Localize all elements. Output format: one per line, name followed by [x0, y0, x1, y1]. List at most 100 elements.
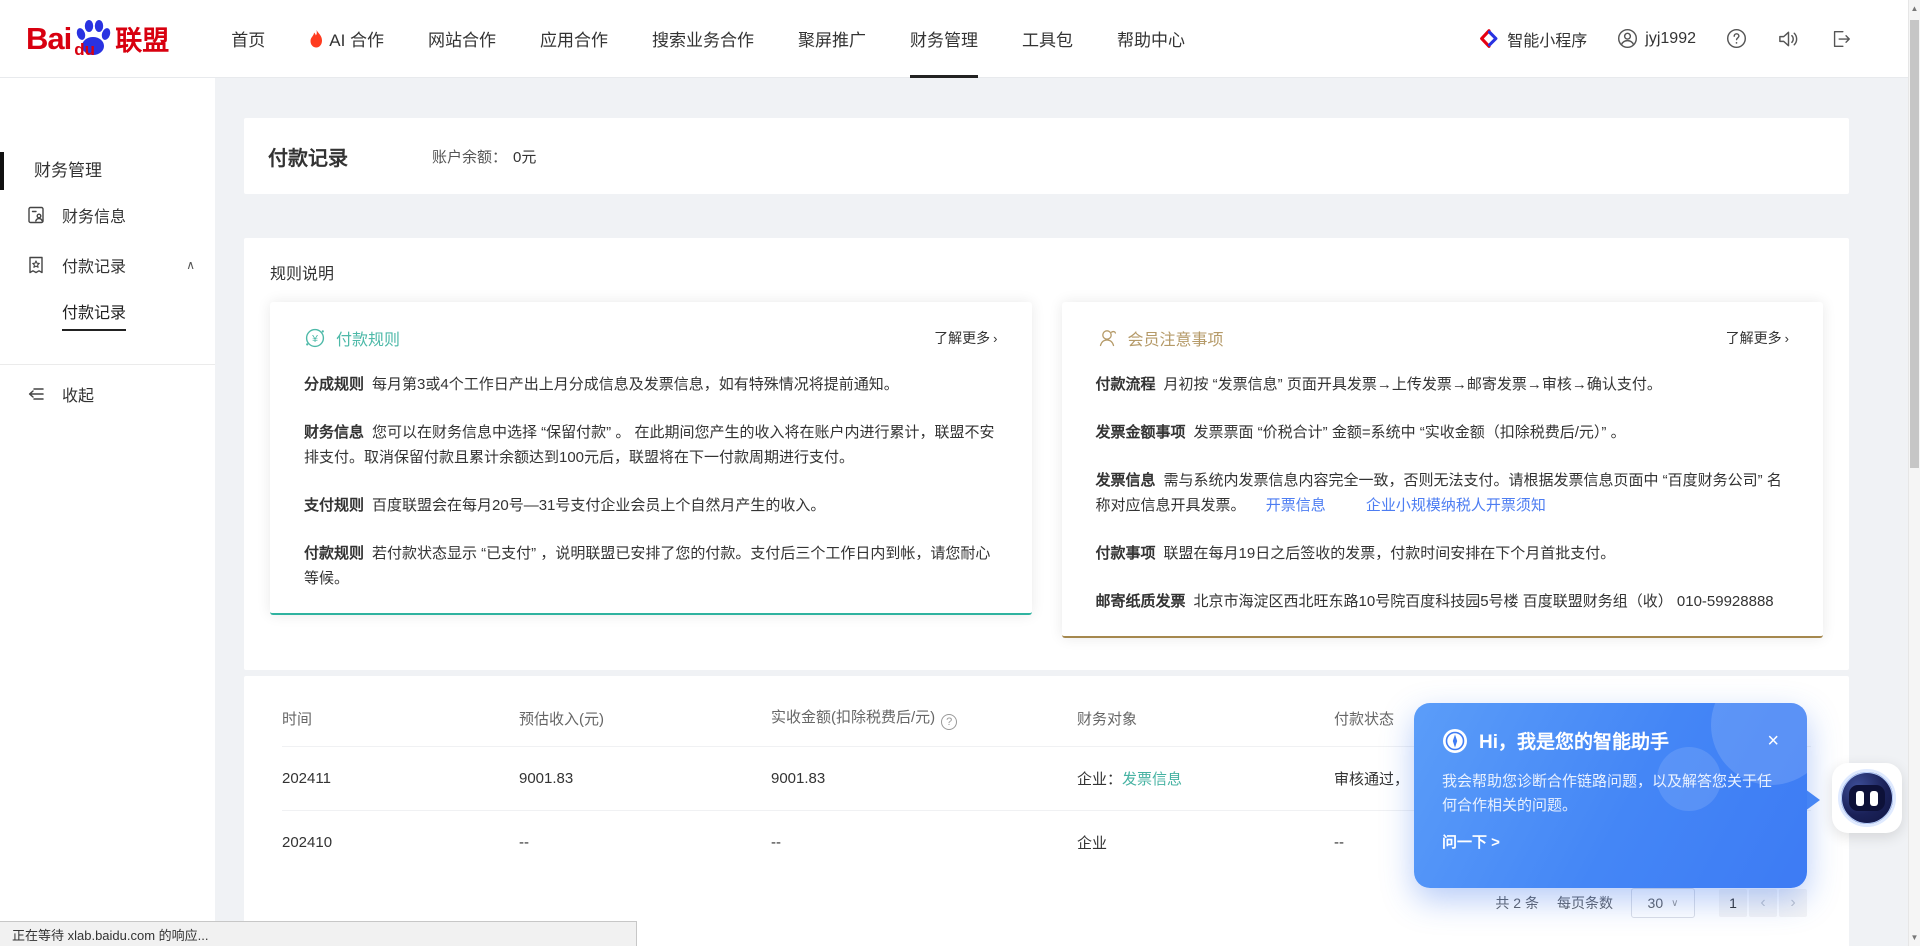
assistant-ask-link[interactable]: 问一下 >: [1442, 831, 1779, 852]
nav-right: 智能小程序 jyj1992: [1478, 27, 1852, 51]
top-nav: Bai du 联盟 首页 AI 合作 网站合作 应用合作 搜索业务合作 聚屏推广…: [0, 0, 1920, 78]
chevron-up-icon[interactable]: ∧: [186, 258, 195, 272]
user-icon: [1617, 28, 1638, 49]
chevron-down-icon: ∨: [1671, 898, 1678, 909]
username: jyj1992: [1645, 30, 1696, 48]
payment-rules-title: 付款规则: [336, 326, 400, 350]
baidu-union-logo[interactable]: Bai du 联盟: [26, 18, 169, 60]
payment-rules-card: ¥ 付款规则 了解更多› 分成规则每月第3或4个工作日产出上月分成信息及发票信息…: [270, 302, 1032, 615]
cell-estimated: --: [519, 811, 771, 875]
member-notice-more-link[interactable]: 了解更多›: [1726, 328, 1789, 348]
finance-info-icon: [26, 205, 46, 225]
sidebar-item-finance-info[interactable]: 财务信息: [0, 190, 215, 240]
nav-item-ai[interactable]: AI 合作: [287, 0, 406, 78]
member-notice-card: 会员注意事项 了解更多› 付款流程月初按 “发票信息” 页面开具发票→上传发票→…: [1062, 302, 1824, 638]
col-actual-amount: 实收金额(扣除税费后/元)?: [771, 688, 1077, 747]
flame-icon: [309, 30, 324, 48]
member-crown-icon: [1096, 327, 1118, 349]
collapse-label: 收起: [62, 382, 94, 406]
rule-paragraph: 付款事项联盟在每月19日之后签收的发票，付款时间安排在下个月首批支付。: [1096, 541, 1790, 566]
scroll-up-arrow[interactable]: ▲: [1909, 4, 1920, 13]
rule-paragraph: 付款规则若付款状态显示 “已支付” ，说明联盟已安排了您的付款。支付后三个工作日…: [304, 541, 998, 591]
smart-miniprogram-icon: [1478, 28, 1500, 50]
payment-record-icon: [26, 255, 46, 275]
rule-paragraph: 发票信息需与系统内发票信息内容完全一致，否则无法支付。请根据发票信息页面中 “百…: [1096, 468, 1790, 518]
page-number-button[interactable]: 1: [1719, 889, 1747, 917]
chevron-right-icon: ›: [993, 331, 997, 346]
sidebar-item-label: 财务信息: [62, 203, 126, 227]
pagination-per-page-label: 每页条数: [1557, 893, 1613, 913]
cell-estimated: 9001.83: [519, 747, 771, 811]
scrollbar-thumb[interactable]: [1910, 20, 1919, 468]
balance-value: 0元: [513, 149, 536, 166]
sidebar-section-finance-management[interactable]: 财务管理: [0, 152, 215, 190]
sidebar-collapse-button[interactable]: 收起: [0, 365, 215, 423]
status-text: 正在等待 xlab.baidu.com 的响应...: [12, 925, 209, 944]
nav-item-juping[interactable]: 聚屏推广: [776, 0, 888, 78]
nav-item-search-business[interactable]: 搜索业务合作: [630, 0, 776, 78]
help-icon[interactable]: [1726, 28, 1747, 49]
page-size-select[interactable]: 30 ∨: [1631, 888, 1695, 918]
invoice-info-cell-link[interactable]: 发票信息: [1122, 771, 1182, 788]
rule-paragraph: 分成规则每月第3或4个工作日产出上月分成信息及发票信息，如有特殊情况将提前通知。: [304, 372, 998, 397]
nav-item-toolkit[interactable]: 工具包: [1000, 0, 1095, 78]
help-circle-icon[interactable]: ?: [941, 714, 957, 730]
page-title: 付款记录: [268, 142, 348, 171]
chevron-right-icon: ›: [1785, 331, 1789, 346]
invoice-info-link[interactable]: 开票信息: [1266, 497, 1326, 514]
rules-heading: 规则说明: [270, 260, 1823, 284]
payment-rules-more-link[interactable]: 了解更多›: [934, 328, 997, 348]
logo-text-bai: Bai: [26, 21, 71, 57]
assistant-popup-tail: [1805, 789, 1820, 811]
nav-item-finance[interactable]: 财务管理: [888, 0, 1000, 78]
page-next-button[interactable]: ›: [1779, 889, 1807, 917]
sidebar-subitem-payment-record-active[interactable]: 付款记录: [0, 290, 215, 340]
rule-paragraph: 付款流程月初按 “发票信息” 页面开具发票→上传发票→邮寄发票→审核→确认支付。: [1096, 372, 1790, 397]
page-prev-button[interactable]: ‹: [1749, 889, 1777, 917]
compass-icon: [1442, 728, 1468, 754]
assistant-message: 我会帮助您诊断合作链路问题，以及解答您关于任何合作相关的问题。: [1442, 770, 1779, 818]
smart-miniprogram-link[interactable]: 智能小程序: [1478, 27, 1587, 51]
rules-section: 规则说明 ¥ 付款规则 了解更多›: [244, 238, 1849, 670]
cell-actual: 9001.83: [771, 747, 1077, 811]
rule-paragraph: 邮寄纸质发票北京市海淀区西北旺东路10号院百度科技园5号楼 百度联盟财务组（收）…: [1096, 589, 1790, 614]
sidebar-item-label: 付款记录: [62, 253, 126, 277]
scroll-down-arrow[interactable]: ▼: [1909, 933, 1920, 942]
cell-time: 202410: [282, 811, 519, 875]
small-taxpayer-notice-link[interactable]: 企业小规模纳税人开票须知: [1366, 497, 1546, 514]
coin-icon: ¥: [304, 327, 326, 349]
assistant-popup: Hi，我是您的智能助手 × 我会帮助您诊断合作链路问题，以及解答您关于任何合作相…: [1414, 703, 1807, 888]
sidebar: 财务管理 财务信息 付款记录 ∧ 付款记录: [0, 78, 215, 946]
svg-text:¥: ¥: [311, 333, 318, 345]
col-estimated-income: 预估收入(元): [519, 688, 771, 747]
user-menu[interactable]: jyj1992: [1617, 28, 1696, 49]
logout-icon[interactable]: [1830, 28, 1852, 50]
browser-status-bar: 正在等待 xlab.baidu.com 的响应...: [0, 921, 637, 946]
cell-actual: --: [771, 811, 1077, 875]
cell-time: 202411: [282, 747, 519, 811]
col-finance-object: 财务对象: [1077, 688, 1334, 747]
account-balance: 账户余额：0元: [432, 146, 536, 167]
collapse-icon: [26, 384, 46, 404]
sidebar-item-payment-record[interactable]: 付款记录 ∧: [0, 240, 215, 290]
cell-finance-object: 企业: [1077, 811, 1334, 875]
close-icon[interactable]: ×: [1767, 731, 1779, 751]
rule-paragraph: 财务信息您可以在财务信息中选择 “保留付款” 。 在此期间您产生的收入将在账户内…: [304, 420, 998, 470]
sound-icon[interactable]: [1777, 28, 1800, 50]
pagination-total: 共 2 条: [1495, 893, 1539, 913]
page-header-card: 付款记录 账户余额：0元: [244, 118, 1849, 194]
nav-item-website[interactable]: 网站合作: [406, 0, 518, 78]
paw-icon: du: [73, 18, 113, 60]
nav-item-help-center[interactable]: 帮助中心: [1095, 0, 1207, 78]
cell-finance-object: 企业：发票信息: [1077, 747, 1334, 811]
rule-paragraph: 发票金额事项发票票面 “价税合计” 金额=系统中 “实收金额（扣除税费后/元）”…: [1096, 420, 1790, 445]
logo-text-union: 联盟: [115, 19, 169, 58]
member-notice-title: 会员注意事项: [1128, 326, 1224, 350]
col-time: 时间: [282, 688, 519, 747]
nav-item-home[interactable]: 首页: [209, 0, 287, 78]
assistant-robot-button[interactable]: [1832, 763, 1902, 833]
nav-menu: 首页 AI 合作 网站合作 应用合作 搜索业务合作 聚屏推广 财务管理 工具包 …: [209, 0, 1207, 78]
page-scrollbar[interactable]: ▲ ▼: [1908, 0, 1920, 946]
nav-item-app[interactable]: 应用合作: [518, 0, 630, 78]
rule-paragraph: 支付规则百度联盟会在每月20号—31号支付企业会员上个自然月产生的收入。: [304, 493, 998, 518]
